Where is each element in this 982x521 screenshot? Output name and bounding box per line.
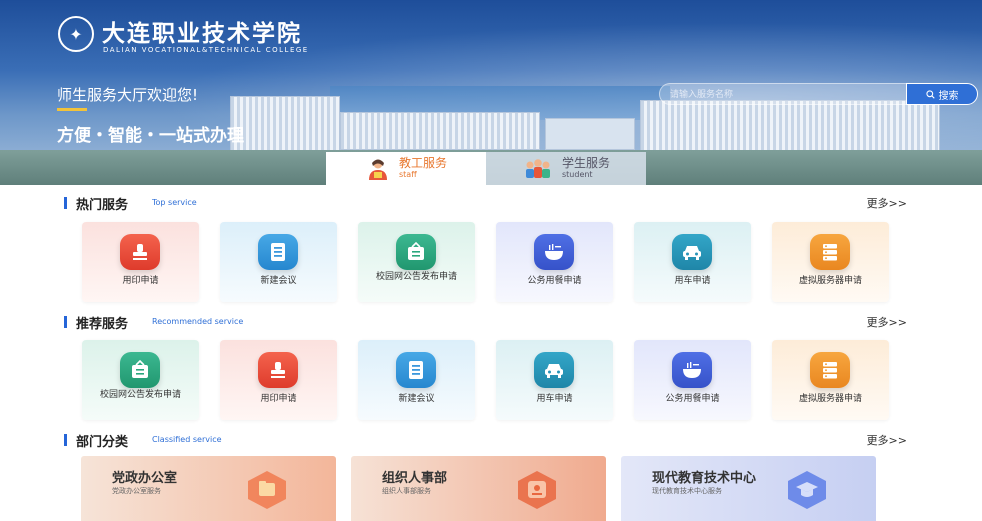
building-center xyxy=(340,112,540,150)
school-name-cn: 大连职业技术学院 xyxy=(102,20,302,47)
hot-services-title: 热门服务 xyxy=(76,198,129,213)
dept-desc: 党政办公室服务 xyxy=(112,487,161,495)
departments-header: 部门分类 Classified service 更多>> xyxy=(64,431,907,450)
service-card[interactable]: 新建会议 xyxy=(220,222,337,302)
welcome-underline xyxy=(57,108,87,111)
departments-more-link[interactable]: 更多>> xyxy=(867,432,907,448)
section-marker xyxy=(64,197,67,209)
service-card-label: 用车申请 xyxy=(536,394,573,404)
dept-name: 组织人事部 xyxy=(382,471,448,486)
search-button-label: 搜索 xyxy=(938,90,959,102)
dept-card-personnel[interactable]: 组织人事部 组织人事部服务 xyxy=(351,456,606,521)
dept-name: 现代教育技术中心 xyxy=(652,471,757,486)
service-card[interactable]: 用印申请 xyxy=(220,340,337,420)
service-card-label: 公务用餐申请 xyxy=(527,276,582,286)
search-input[interactable] xyxy=(659,83,906,105)
school-logo[interactable]: ✦ 大连职业技术学院 DALIAN VOCATIONAL&TECHNICAL C… xyxy=(58,14,368,58)
service-card[interactable]: 虚拟服务器申请 xyxy=(772,222,889,302)
service-card-label: 虚拟服务器申请 xyxy=(798,276,862,286)
server-icon xyxy=(810,352,850,388)
tab-staff-sub: staff xyxy=(398,170,417,179)
recommended-more-link[interactable]: 更多>> xyxy=(867,314,907,330)
hot-services-subtitle: Top service xyxy=(152,198,197,207)
search-icon xyxy=(925,89,935,99)
school-name-en: DALIAN VOCATIONAL&TECHNICAL COLLEGE xyxy=(103,46,309,54)
service-card-label: 校园网公告发布申请 xyxy=(375,272,457,282)
stamp-icon xyxy=(258,352,298,388)
service-card[interactable]: 公务用餐申请 xyxy=(496,222,613,302)
person-card-icon xyxy=(518,471,556,509)
departments-grid: 党政办公室 党政办公室服务 组织人事部 组织人事部服务 现代教育技术中心 现代教… xyxy=(81,456,876,521)
recommended-services-header: 推荐服务 Recommended service 更多>> xyxy=(64,313,907,332)
notice-icon xyxy=(120,352,160,388)
section-marker xyxy=(64,434,67,446)
document-icon xyxy=(396,352,436,388)
service-card[interactable]: 校园网公告发布申请 xyxy=(358,222,475,302)
recommended-services-title: 推荐服务 xyxy=(76,317,129,332)
tab-staff[interactable]: 教工服务 staff xyxy=(326,152,486,185)
departments-subtitle: Classified service xyxy=(152,435,222,444)
graduation-cap-icon xyxy=(788,471,826,509)
hot-more-link[interactable]: 更多>> xyxy=(867,195,907,211)
slogan-text: 方便・智能・一站式办理 xyxy=(57,126,244,146)
dept-card-edu-tech[interactable]: 现代教育技术中心 现代教育技术中心服务 xyxy=(621,456,876,521)
car-icon xyxy=(672,234,712,270)
service-card-label: 公务用餐申请 xyxy=(665,394,720,404)
building-left xyxy=(230,96,340,152)
building-right xyxy=(640,100,940,152)
dept-desc: 组织人事部服务 xyxy=(382,487,431,495)
building-tower xyxy=(545,118,635,150)
stamp-icon xyxy=(120,234,160,270)
service-card[interactable]: 校园网公告发布申请 xyxy=(82,340,199,420)
service-card[interactable]: 新建会议 xyxy=(358,340,475,420)
header-banner: ✦ 大连职业技术学院 DALIAN VOCATIONAL&TECHNICAL C… xyxy=(0,0,982,185)
dept-name: 党政办公室 xyxy=(112,471,178,486)
service-card-label: 用车申请 xyxy=(674,276,711,286)
service-card[interactable]: 公务用餐申请 xyxy=(634,340,751,420)
service-card[interactable]: 用印申请 xyxy=(82,222,199,302)
recommended-services-grid: 校园网公告发布申请 用印申请 新建会议 用车申请 公务用餐申请 虚拟服务器申请 xyxy=(82,340,889,420)
service-card-label: 用印申请 xyxy=(260,394,297,404)
service-search: 搜索 xyxy=(659,83,979,105)
section-marker xyxy=(64,316,67,328)
tab-student[interactable]: 学生服务 student xyxy=(486,152,646,185)
departments-title: 部门分类 xyxy=(76,435,129,450)
dept-desc: 现代教育技术中心服务 xyxy=(652,487,722,495)
service-card-label: 用印申请 xyxy=(122,276,159,286)
service-card-label: 新建会议 xyxy=(398,394,435,404)
welcome-text: 师生服务大厅欢迎您! xyxy=(57,86,199,104)
notice-icon xyxy=(396,234,436,270)
tab-student-label: 学生服务 xyxy=(561,156,610,170)
bowl-icon xyxy=(534,234,574,270)
teacher-icon xyxy=(368,159,387,180)
service-card-label: 虚拟服务器申请 xyxy=(798,394,862,404)
service-card[interactable]: 用车申请 xyxy=(634,222,751,302)
dept-card-party-office[interactable]: 党政办公室 党政办公室服务 xyxy=(81,456,336,521)
service-tabs: 教工服务 staff 学生服务 student xyxy=(326,152,646,185)
school-seal-icon: ✦ xyxy=(58,16,94,52)
search-button[interactable]: 搜索 xyxy=(906,83,978,105)
students-icon xyxy=(525,158,550,178)
service-card[interactable]: 虚拟服务器申请 xyxy=(772,340,889,420)
folder-icon xyxy=(248,471,286,509)
service-card-label: 新建会议 xyxy=(260,276,297,286)
tab-staff-label: 教工服务 xyxy=(398,156,447,170)
bowl-icon xyxy=(672,352,712,388)
tab-student-sub: student xyxy=(561,170,593,179)
service-card[interactable]: 用车申请 xyxy=(496,340,613,420)
service-card-label: 校园网公告发布申请 xyxy=(99,390,181,400)
server-icon xyxy=(810,234,850,270)
document-icon xyxy=(258,234,298,270)
recommended-services-subtitle: Recommended service xyxy=(152,317,244,326)
car-icon xyxy=(534,352,574,388)
hot-services-header: 热门服务 Top service 更多>> xyxy=(64,194,907,213)
hot-services-grid: 用印申请 新建会议 校园网公告发布申请 公务用餐申请 用车申请 虚拟服务器申请 xyxy=(82,222,889,302)
